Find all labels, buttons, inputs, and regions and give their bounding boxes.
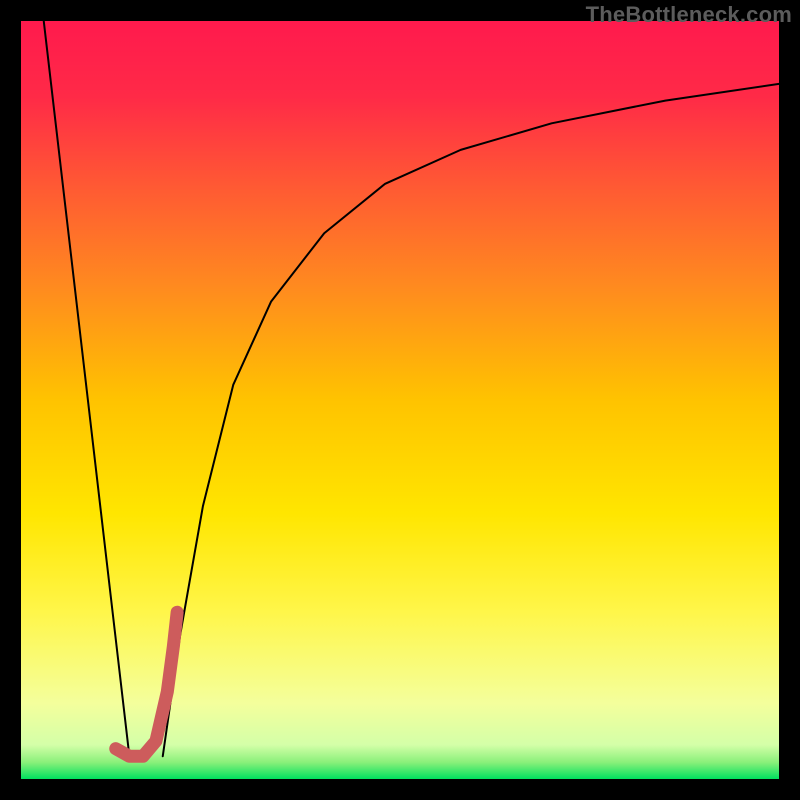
plot-area	[21, 21, 779, 779]
chart-frame: TheBottleneck.com	[0, 0, 800, 800]
watermark-text: TheBottleneck.com	[586, 2, 792, 28]
series-pink-hook	[116, 612, 177, 756]
curve-layer	[21, 21, 779, 779]
series-rising-curve	[163, 84, 779, 756]
series-left-falling-line	[44, 21, 130, 756]
